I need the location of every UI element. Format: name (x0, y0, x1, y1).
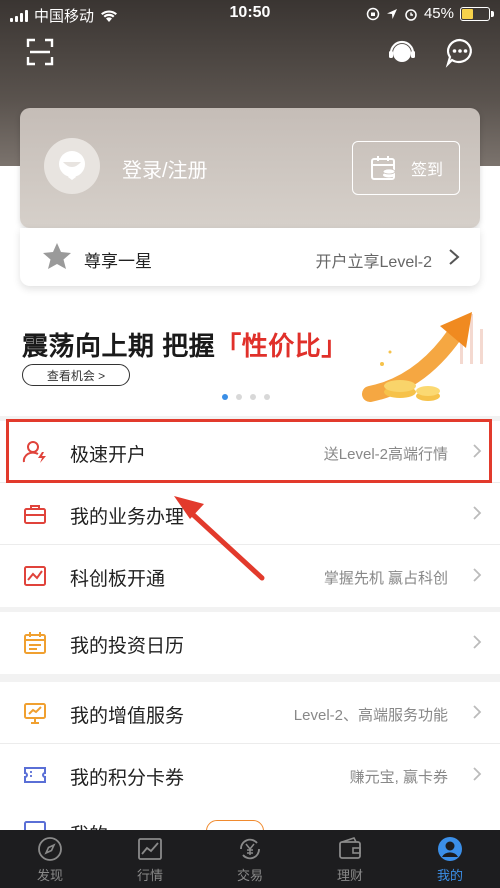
menu-sub: Level-2、高端服务功能 (293, 707, 448, 724)
tab-market[interactable]: 行情 (100, 830, 200, 888)
banner-title-highlight: 「性价比」 (215, 331, 348, 361)
menu-item-star-market[interactable]: 科创板开通 掌握先机 赢占科创 (0, 545, 500, 607)
tab-discover[interactable]: 发现 (0, 830, 100, 888)
banner-gold-arrow-illustration (362, 312, 483, 402)
view-opportunity-button[interactable]: 查看机会 > (22, 364, 130, 386)
tab-wealth[interactable]: 理财 (300, 830, 400, 888)
customer-service-icon[interactable] (386, 36, 418, 68)
banner-dot[interactable] (236, 394, 242, 400)
member-level-text: 尊享一星 (84, 252, 152, 271)
avatar[interactable] (44, 138, 100, 194)
calendar-icon (24, 632, 46, 654)
banner-title[interactable]: 震荡向上期 把握「性价比」 (22, 326, 348, 363)
banner-dot[interactable] (222, 394, 228, 400)
tab-mine[interactable]: 我的 (400, 830, 500, 888)
menu-sub: 掌握先机 赢占科创 (323, 570, 448, 587)
star-icon (43, 243, 71, 269)
yen-exchange-icon (240, 838, 260, 860)
chevron-right-icon (473, 635, 482, 649)
tab-trade[interactable]: 交易 (200, 830, 300, 888)
tab-label: 行情 (136, 868, 163, 883)
chevron-right-icon (449, 249, 460, 265)
open-account-promo: 开户立享Level-2 (315, 254, 432, 271)
avatar-icon (59, 151, 85, 180)
battery-icon (460, 6, 494, 21)
chevron-right-icon (473, 767, 482, 781)
signin-label: 签到 (410, 162, 443, 179)
compass-icon (38, 837, 62, 861)
status-right: 45% (366, 5, 494, 22)
login-register-link[interactable]: 登录/注册 (122, 154, 208, 183)
location-icon (386, 8, 397, 19)
battery-level (462, 8, 473, 19)
menu-group-calendar: 我的投资日历 (0, 612, 500, 674)
briefcase-icon (24, 505, 46, 524)
menu-item-value-added-services[interactable]: 我的增值服务 Level-2、高端服务功能 (0, 682, 500, 744)
banner-title-main: 震荡向上期 把握 (22, 331, 216, 361)
chevron-right-icon (473, 506, 482, 520)
rotation-lock-icon (366, 7, 380, 20)
menu-label: 我的业务办理 (70, 507, 185, 528)
chevron-right-icon (473, 568, 482, 582)
battery-percent: 45% (423, 5, 454, 22)
menu-label: 科创板开通 (70, 569, 166, 590)
menu-item-investment-calendar[interactable]: 我的投资日历 (0, 612, 500, 674)
menu-item-business-handling[interactable]: 我的业务办理 (0, 483, 500, 545)
ticket-icon (24, 767, 46, 783)
monitor-chart-icon (24, 703, 46, 724)
menu-label: 我的增值服务 (70, 706, 185, 727)
member-level-strip[interactable]: 尊享一星 开户立享Level-2 (20, 228, 480, 286)
chevron-right-icon (473, 705, 482, 719)
menu-item-points-coupons[interactable]: 我的积分卡券 赚元宝, 赢卡券 (0, 744, 500, 806)
menu-label: 我的投资日历 (70, 636, 185, 657)
wallet-icon (339, 837, 361, 859)
message-icon[interactable] (444, 36, 476, 68)
scan-icon[interactable] (24, 36, 56, 68)
trend-icon (138, 838, 162, 860)
menu-group-services: 我的增值服务 Level-2、高端服务功能 我的积分卡券 赚元宝, 赢卡券 (0, 682, 500, 806)
tab-label: 发现 (36, 868, 63, 883)
login-card[interactable]: 登录/注册 签到 (20, 108, 480, 228)
signin-button[interactable]: 签到 (352, 141, 460, 195)
tab-label: 交易 (236, 868, 263, 883)
alarm-icon (405, 8, 417, 21)
chart-board-icon (24, 566, 46, 586)
bottom-tab-bar: 发现 行情 交易 理财 我的 (0, 830, 500, 888)
menu-label: 我的积分卡券 (70, 768, 185, 789)
person-icon (438, 837, 462, 861)
status-bar: 中国移动 10:50 45% (0, 0, 500, 28)
signin-calendar-icon (370, 156, 396, 180)
banner-dot[interactable] (250, 394, 256, 400)
tab-label: 我的 (436, 868, 463, 883)
banner-dot[interactable] (264, 394, 270, 400)
highlight-annotation-box (6, 419, 492, 483)
tab-label: 理财 (336, 868, 363, 883)
menu-sub: 赚元宝, 赢卡券 (349, 769, 448, 786)
banner-pagination[interactable] (222, 394, 270, 400)
